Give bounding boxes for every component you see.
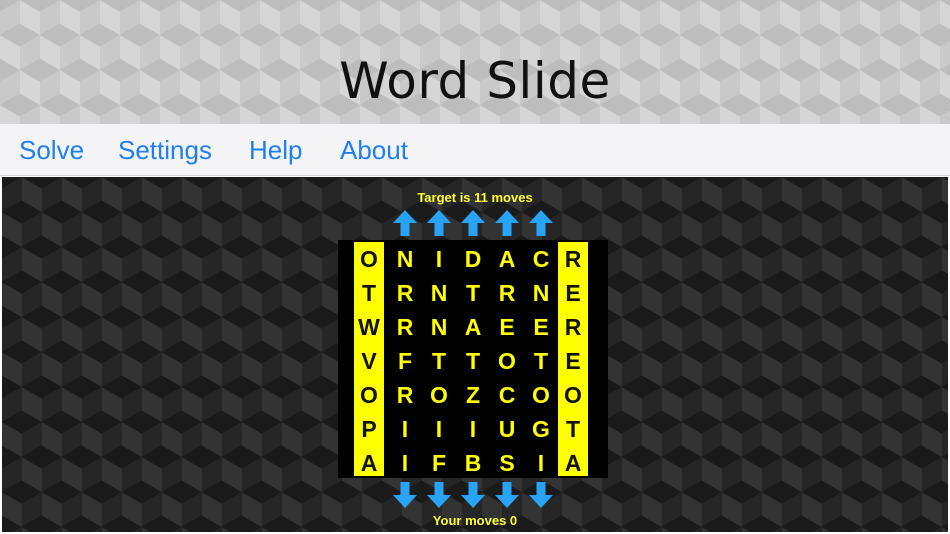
down-arrow-row: [388, 480, 558, 510]
grid-letter-cell[interactable]: I: [422, 242, 456, 276]
arrow-up-icon[interactable]: [458, 208, 488, 238]
grid-letter-cell[interactable]: I: [524, 446, 558, 480]
grid-letter-cell[interactable]: N: [524, 276, 558, 310]
settings-menu-item[interactable]: Settings: [118, 135, 212, 166]
grid-letter-cell[interactable]: C: [490, 378, 524, 412]
right-column-letter: E: [565, 280, 581, 306]
up-arrow-row: [388, 208, 558, 238]
arrow-up-icon[interactable]: [424, 208, 454, 238]
about-menu-item[interactable]: About: [340, 135, 408, 166]
your-moves-label: Your moves 0: [432, 513, 518, 528]
arrow-up-icon[interactable]: [526, 208, 556, 238]
letter-grid: OTWVOPAREREOTANIDACRNTRNRNAEEFTTOTROZCOI…: [338, 240, 608, 478]
grid-letter-cell[interactable]: E: [490, 310, 524, 344]
grid-letter-cell[interactable]: N: [388, 242, 422, 276]
grid-letter-cell[interactable]: I: [456, 412, 490, 446]
grid-letter-cell[interactable]: Z: [456, 378, 490, 412]
grid-letter-cell[interactable]: G: [524, 412, 558, 446]
left-column-letter: O: [360, 382, 378, 408]
right-column-letter: E: [565, 348, 581, 374]
grid-letter-cell[interactable]: R: [388, 310, 422, 344]
grid-letter-cell[interactable]: T: [422, 344, 456, 378]
grid-letter-cell[interactable]: B: [456, 446, 490, 480]
grid-letter-cell[interactable]: C: [524, 242, 558, 276]
grid-letter-cell[interactable]: I: [422, 412, 456, 446]
grid-letter-cell[interactable]: O: [524, 378, 558, 412]
arrow-down-icon[interactable]: [390, 480, 420, 510]
grid-letter-cell[interactable]: R: [490, 276, 524, 310]
grid-letter-cell[interactable]: A: [490, 242, 524, 276]
grid-letter-cell[interactable]: N: [422, 276, 456, 310]
left-column-letter: V: [361, 348, 377, 374]
arrow-down-icon[interactable]: [492, 480, 522, 510]
arrow-down-icon[interactable]: [424, 480, 454, 510]
grid-letter-cell[interactable]: T: [456, 276, 490, 310]
grid-letter-cell[interactable]: O: [422, 378, 456, 412]
grid-letter-cell[interactable]: T: [456, 344, 490, 378]
left-column-letter: A: [360, 450, 378, 476]
grid-letter-cell[interactable]: U: [490, 412, 524, 446]
right-column-letter: A: [564, 450, 582, 476]
arrow-up-icon[interactable]: [492, 208, 522, 238]
left-column-letter: P: [361, 416, 377, 442]
grid-letter-cell[interactable]: R: [388, 276, 422, 310]
menu-bar: Solve Settings Help About: [0, 124, 950, 176]
grid-letter-cell[interactable]: E: [524, 310, 558, 344]
grid-letter-cell[interactable]: N: [422, 310, 456, 344]
app-title: Word Slide: [339, 52, 611, 110]
right-column-letter: O: [564, 382, 582, 408]
grid-letter-cell[interactable]: F: [388, 344, 422, 378]
grid-letter-cell[interactable]: I: [388, 446, 422, 480]
arrow-down-icon[interactable]: [458, 480, 488, 510]
arrow-up-icon[interactable]: [390, 208, 420, 238]
grid-letter-cell[interactable]: D: [456, 242, 490, 276]
title-banner: Word Slide: [0, 0, 950, 124]
target-moves-label: Target is 11 moves: [417, 190, 533, 205]
grid-letter-cell[interactable]: T: [524, 344, 558, 378]
grid-letter-cell[interactable]: O: [490, 344, 524, 378]
grid-letter-cell[interactable]: I: [388, 412, 422, 446]
grid-letter-cell[interactable]: S: [490, 446, 524, 480]
right-column-letter: R: [564, 314, 582, 340]
solve-menu-item[interactable]: Solve: [19, 135, 84, 166]
arrow-down-icon[interactable]: [526, 480, 556, 510]
left-column-letter: W: [358, 314, 380, 340]
help-menu-item[interactable]: Help: [249, 135, 302, 166]
left-column-letter: T: [361, 280, 377, 306]
right-column-letter: T: [565, 416, 581, 442]
grid-letter-cell[interactable]: A: [456, 310, 490, 344]
right-column-letter: R: [564, 246, 582, 272]
grid-letter-cell[interactable]: F: [422, 446, 456, 480]
left-column-letter: O: [360, 246, 378, 272]
grid-letter-cell[interactable]: R: [388, 378, 422, 412]
